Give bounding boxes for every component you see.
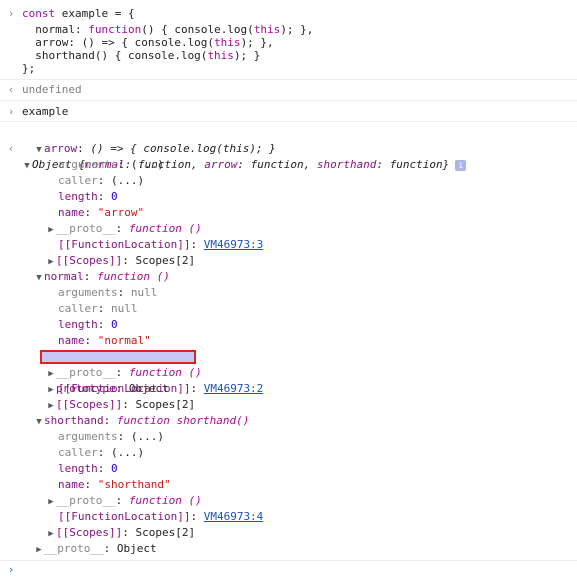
shorthand-location-row: [[FunctionLocation]]: VM46973:4 [58,510,264,523]
scopes-value: Scopes[2] [135,526,196,539]
collapsed-triangle-icon[interactable]: ▶ [46,254,56,270]
normal-location-row: [[FunctionLocation]]: VM46973:2 [58,382,264,395]
proto-value: function () [128,366,202,379]
normal-prototype-row[interactable]: ▶ prototype: Object [0,349,577,395]
proto-value: function () [128,494,202,507]
code-line-5: }; [22,62,36,75]
shorthand-caller-row: caller: (...) [58,446,145,459]
scopes-value: Scopes[2] [135,398,196,411]
collapsed-triangle-icon[interactable]: ▶ [46,526,56,542]
prompt-chevron-icon: › [7,563,15,576]
input-chevron-icon: › [7,105,15,118]
length-key: length [58,190,98,203]
scopes-key: [[Scopes]] [56,398,123,411]
normal-scopes-row[interactable]: ▶ [[Scopes]]: Scopes[2] [0,397,577,413]
collapsed-triangle-icon[interactable]: ▶ [34,542,44,558]
shorthand-arguments-row: arguments: (...) [58,430,164,443]
arrow-proto-row[interactable]: ▶ __proto__: function () [0,221,577,237]
caller-key: caller [58,302,98,315]
normal-name-row: name: "normal" [58,334,151,347]
collapsed-triangle-icon[interactable]: ▶ [46,398,56,414]
arrow-location-row: [[FunctionLocation]]: VM46973:3 [58,238,264,251]
scopes-key: [[Scopes]] [56,526,123,539]
length-value: 0 [111,190,118,203]
normal-length-row: length: 0 [58,318,118,331]
arrow-caller-row: caller: (...) [58,174,145,187]
caller-value[interactable]: (...) [111,446,144,459]
shorthand-proto-row[interactable]: ▶ __proto__: function () [0,493,577,509]
name-key: name [58,206,85,219]
arguments-value: null [130,286,158,299]
collapsed-triangle-icon[interactable]: ▶ [46,494,56,510]
caller-key: caller [58,174,98,187]
arguments-key: arguments [58,430,118,443]
function-location-key: [[FunctionLocation]] [58,510,191,523]
function-location-link[interactable]: VM46973:4 [204,510,264,523]
prototype-highlight-box [40,350,196,364]
object-proto-key: __proto__ [44,542,104,555]
normal-property-row[interactable]: ▼ normal: function () [0,269,577,285]
console-prompt[interactable]: › [0,561,577,579]
arguments-value[interactable]: (...) [131,158,164,171]
caller-key: caller [58,446,98,459]
shorthand-key: shorthand [44,414,104,427]
expanded-triangle-icon[interactable]: ▼ [34,270,44,286]
object-proto-value: Object [116,542,157,555]
scopes-key: [[Scopes]] [56,254,123,267]
function-location-link[interactable]: VM46973:2 [204,382,264,395]
arguments-key: arguments [58,158,118,171]
function-location-key: [[FunctionLocation]] [58,382,191,395]
object-root-row[interactable]: ‹ ▼ Object {normal: function, arrow: func… [0,125,577,171]
console-input-entry-2: › example [0,101,577,122]
arrow-arguments-row: arguments: (...) [58,158,164,171]
name-key: name [58,334,85,347]
length-value: 0 [111,318,118,331]
normal-caller-row: caller: null [58,302,138,315]
arrow-length-row: length: 0 [58,190,118,203]
shorthand-property-row[interactable]: ▼ shorthand: function shorthand() [0,413,577,429]
arrow-name-row: name: "arrow" [58,206,145,219]
caller-value[interactable]: (...) [111,174,144,187]
shorthand-length-row: length: 0 [58,462,118,475]
object-tree: ‹ ▼ Object {normal: function, arrow: func… [0,122,577,561]
shorthand-scopes-row[interactable]: ▶ [[Scopes]]: Scopes[2] [0,525,577,541]
console-input-entry: › const example = { normal: function() { … [0,0,577,80]
scopes-value: Scopes[2] [135,254,196,267]
console-result-entry: ‹ undefined [0,80,577,101]
arrow-scopes-row[interactable]: ▶ [[Scopes]]: Scopes[2] [0,253,577,269]
length-value: 0 [111,462,118,475]
collapsed-triangle-icon[interactable]: ▶ [46,366,56,382]
name-value: "arrow" [97,206,145,219]
shorthand-value: function shorthand() [116,414,250,427]
result-arrow-icon: ‹ [7,83,15,96]
arrow-property-row[interactable]: ▼ arrow: () => { console.log(this); } [0,141,577,157]
proto-value: function () [128,222,202,235]
caller-value: null [111,302,138,315]
object-proto-row[interactable]: ▶ __proto__: Object [0,541,577,557]
normal-arguments-row: arguments: null [58,286,158,299]
input-chevron-icon: › [7,7,15,20]
normal-key: normal [44,270,84,283]
normal-value: function () [97,270,170,283]
expanded-triangle-icon[interactable]: ▼ [34,414,44,430]
normal-proto-row[interactable]: ▶ __proto__: function () [0,365,577,381]
arrow-key: arrow [44,142,78,155]
proto-key: __proto__ [56,366,116,379]
name-key: name [58,478,85,491]
length-key: length [58,462,98,475]
arguments-key: arguments [58,286,118,299]
proto-key: __proto__ [56,222,116,235]
arrow-value: () => { console.log(this); } [90,142,276,155]
collapsed-triangle-icon[interactable]: ▶ [46,222,56,238]
proto-key: __proto__ [56,494,116,507]
length-key: length [58,318,98,331]
name-value: "shorthand" [97,478,171,491]
name-value: "normal" [97,334,151,347]
function-location-link[interactable]: VM46973:3 [204,238,264,251]
arguments-value[interactable]: (...) [131,430,164,443]
expanded-triangle-icon[interactable]: ▼ [34,142,44,158]
shorthand-name-row: name: "shorthand" [58,478,171,491]
function-location-key: [[FunctionLocation]] [58,238,191,251]
devtools-console: › const example = { normal: function() { … [0,0,577,576]
